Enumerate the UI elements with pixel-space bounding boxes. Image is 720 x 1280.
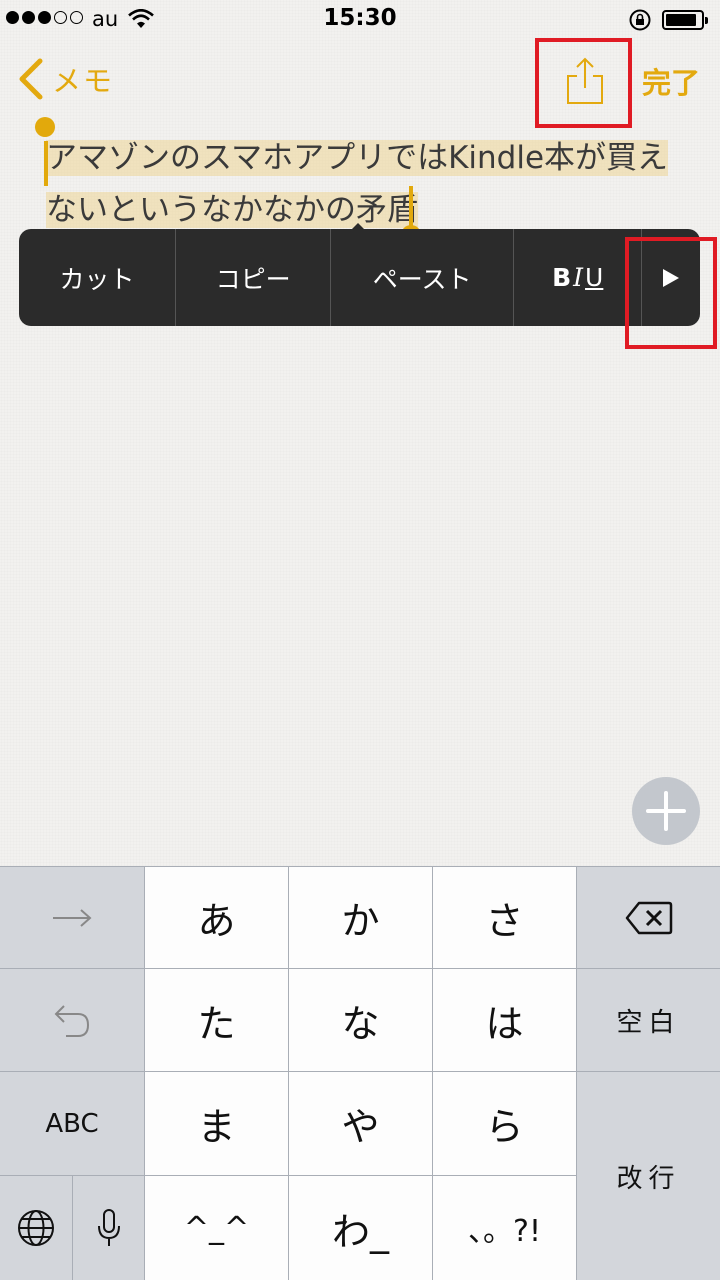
back-button[interactable]: メモ	[16, 56, 114, 102]
add-button[interactable]	[632, 777, 700, 845]
delete-key[interactable]	[577, 867, 720, 968]
copy-button[interactable]: コピー	[176, 229, 332, 326]
microphone-icon	[97, 1209, 120, 1246]
key-wa[interactable]: わ_	[289, 1176, 432, 1280]
selection-end-caret	[409, 186, 413, 230]
key-ha[interactable]: は	[433, 969, 576, 1071]
space-key[interactable]: 空白	[577, 969, 720, 1071]
done-button[interactable]: 完了	[642, 60, 700, 102]
selection-start-caret	[44, 141, 48, 186]
key-a[interactable]: あ	[145, 867, 288, 968]
key-punctuation[interactable]: 、。?!	[433, 1176, 576, 1280]
globe-icon	[18, 1210, 54, 1246]
bold-label: B	[552, 263, 572, 292]
note-text[interactable]: アマゾンのスマホアプリではKindle本が買え ないというなかなかの矛盾	[46, 132, 686, 236]
note-line-1: アマゾンのスマホアプリではKindle本が買え	[46, 140, 669, 176]
rotation-lock-icon	[629, 9, 651, 31]
plus-icon	[646, 791, 686, 831]
italic-label: I	[573, 263, 584, 292]
arrow-right-icon	[53, 908, 92, 927]
chevron-left-icon	[19, 58, 43, 100]
backspace-icon	[625, 901, 672, 934]
key-na[interactable]: な	[289, 969, 432, 1071]
key-ra[interactable]: ら	[433, 1072, 576, 1175]
underline-label: U	[585, 263, 604, 292]
abc-key[interactable]: ABC	[0, 1072, 144, 1175]
return-key[interactable]: 改行	[577, 1072, 720, 1280]
selection-start-handle[interactable]	[35, 117, 55, 137]
battery-icon	[662, 10, 708, 30]
key-sa[interactable]: さ	[433, 867, 576, 968]
paste-button[interactable]: ペースト	[331, 229, 515, 326]
keyboard: あ か さ た な は 空白 ABC ま や ら 改行 ^_^ わ_ 、。?!	[0, 866, 720, 1280]
edit-menu: カット コピー ペースト BIU	[19, 229, 700, 326]
key-emoticon[interactable]: ^_^	[145, 1176, 288, 1280]
format-biu-button[interactable]: BIU	[514, 229, 643, 326]
key-ka[interactable]: か	[289, 867, 432, 968]
next-candidate-key[interactable]	[0, 867, 144, 968]
note-background	[0, 0, 720, 866]
share-highlight-box	[535, 38, 632, 128]
more-highlight-box	[625, 237, 717, 349]
clock: 15:30	[323, 5, 397, 31]
microphone-key[interactable]	[73, 1176, 144, 1280]
key-ya[interactable]: や	[289, 1072, 432, 1175]
key-ta[interactable]: た	[145, 969, 288, 1071]
key-ma[interactable]: ま	[145, 1072, 288, 1175]
status-bar: au 15:30	[0, 0, 720, 40]
undo-icon	[54, 1005, 90, 1037]
cut-button[interactable]: カット	[19, 229, 177, 326]
back-label: メモ	[52, 64, 115, 98]
globe-key[interactable]	[0, 1176, 72, 1280]
undo-key[interactable]	[0, 969, 144, 1071]
